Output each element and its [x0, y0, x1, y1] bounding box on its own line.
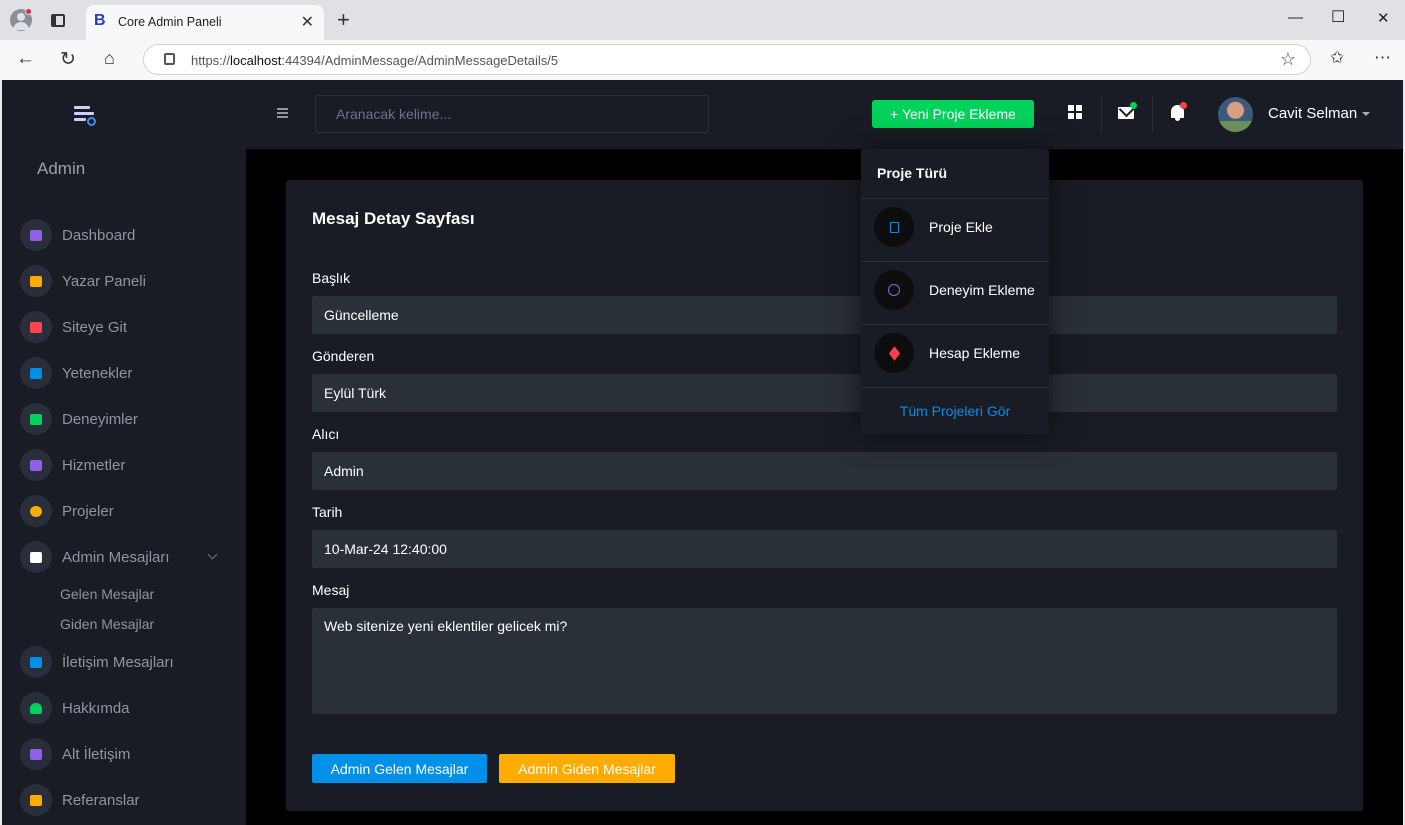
tab-close-icon[interactable]: ✕ — [301, 12, 314, 32]
chevron-down-icon — [207, 549, 218, 560]
sidebar-admin-label: Admin — [37, 159, 86, 178]
admin-app: Admin Dashboard Yazar Paneli Siteye Git … — [2, 80, 1403, 825]
sidebar-item-yazar-paneli[interactable]: Yazar Paneli — [20, 264, 230, 298]
dropdown-divider — [861, 324, 1049, 325]
view-all-projects-link[interactable]: Tüm Projeleri Gör — [861, 403, 1049, 419]
github-icon — [20, 495, 52, 527]
sidebar-item-deneyimler[interactable]: Deneyimler — [20, 402, 230, 436]
favorites-list-icon[interactable]: ✩ — [1330, 48, 1344, 68]
user-name[interactable]: Cavit Selman — [1268, 105, 1357, 122]
dropdown-divider — [861, 261, 1049, 262]
refresh-icon[interactable]: ↻ — [60, 48, 76, 71]
profile-notification-dot — [25, 8, 32, 15]
field-label-tarih: Tarih — [312, 504, 343, 520]
more-menu-icon[interactable]: ⋯ — [1374, 48, 1392, 68]
logo-icon[interactable] — [74, 106, 96, 126]
new-project-button[interactable]: + Yeni Proje Ekleme — [872, 100, 1034, 128]
caret-down-icon[interactable] — [1362, 112, 1370, 116]
dropdown-title: Proje Türü — [877, 165, 948, 181]
phone-icon — [20, 646, 52, 678]
back-arrow-icon[interactable]: ← — [16, 48, 35, 70]
sender-field[interactable]: Eylül Türk — [312, 374, 1337, 412]
home-icon[interactable]: ⌂ — [104, 48, 115, 69]
lock-icon[interactable] — [164, 53, 175, 65]
web-icon — [874, 270, 914, 310]
tab-title: Core Admin Paneli — [118, 15, 222, 29]
sidebar-item-siteye-git[interactable]: Siteye Git — [20, 310, 230, 344]
bootstrap-favicon-icon: B — [94, 12, 106, 29]
outgoing-messages-button[interactable]: Admin Giden Mesajlar — [499, 754, 675, 783]
sidebar-item-hizmetler[interactable]: Hizmetler — [20, 448, 230, 482]
speedometer-icon — [20, 219, 52, 251]
sidebar-item-projeler[interactable]: Projeler — [20, 494, 230, 528]
calendar-icon — [20, 738, 52, 770]
sidebar-item-iletisim-mesajlari[interactable]: İletişim Mesajları — [20, 645, 230, 679]
file-icon — [874, 207, 914, 247]
layers-icon — [874, 333, 914, 373]
date-field[interactable]: 10-Mar-24 12:40:00 — [312, 530, 1337, 568]
navbar-divider — [1101, 95, 1102, 133]
submenu-gelen-mesajlar[interactable]: Gelen Mesajlar — [60, 586, 154, 602]
search-input[interactable] — [315, 95, 709, 133]
sidebar-item-alt-iletisim[interactable]: Alt İletişim — [20, 737, 230, 771]
incoming-messages-button[interactable]: Admin Gelen Mesajlar — [312, 754, 487, 783]
tab-actions-icon[interactable] — [51, 14, 65, 27]
sidebar-item-yetenekler[interactable]: Yetenekler — [20, 356, 230, 390]
browser-tab-strip: B Core Admin Paneli ✕ + — ☐ ✕ — [0, 0, 1405, 40]
message-detail-card: Mesaj Detay Sayfası Başlık Güncelleme Gö… — [286, 180, 1363, 811]
dropdown-item-deneyim-ekleme[interactable]: Deneyim Ekleme — [874, 270, 1044, 310]
field-label-mesaj: Mesaj — [312, 582, 350, 598]
navbar-divider — [1152, 95, 1153, 133]
address-bar[interactable]: https://localhost:44394/AdminMessage/Adm… — [143, 44, 1311, 75]
browser-toolbar: ← ↻ ⌂ https://localhost:44394/AdminMessa… — [0, 40, 1405, 80]
playlist-icon — [20, 403, 52, 435]
url-text[interactable]: https://localhost:44394/AdminMessage/Adm… — [191, 53, 558, 68]
window-close-icon[interactable]: ✕ — [1377, 9, 1390, 27]
sidebar: Admin Dashboard Yazar Paneli Siteye Git … — [2, 80, 246, 825]
sidebar-item-hakkimda[interactable]: Hakkımda — [20, 691, 230, 725]
submenu-giden-mesajlar[interactable]: Giden Mesajlar — [60, 616, 154, 632]
favorite-star-icon[interactable]: ☆ — [1280, 49, 1296, 70]
sidebar-item-dashboard[interactable]: Dashboard — [20, 218, 230, 252]
menu-toggle-icon[interactable] — [277, 108, 288, 120]
account-icon — [20, 692, 52, 724]
project-type-dropdown: Proje Türü Proje Ekle Deneyim Ekleme Hes… — [861, 149, 1049, 434]
dropdown-item-proje-ekle[interactable]: Proje Ekle — [874, 207, 1044, 247]
table-icon — [20, 311, 52, 343]
field-label-gonderen: Gönderen — [312, 348, 375, 364]
new-tab-button[interactable]: + — [337, 7, 350, 33]
laptop-icon — [20, 357, 52, 389]
chat-alert-icon — [20, 265, 52, 297]
message-icon — [20, 541, 52, 573]
notification-status-dot — [1180, 102, 1187, 109]
badge-icon — [20, 784, 52, 816]
sidebar-item-referanslar[interactable]: Referanslar — [20, 783, 230, 817]
contacts-icon — [20, 449, 52, 481]
avatar[interactable] — [1218, 97, 1253, 132]
maximize-icon[interactable]: ☐ — [1331, 7, 1345, 27]
subject-field[interactable]: Güncelleme — [312, 296, 1337, 334]
dropdown-divider — [861, 387, 1049, 388]
message-textarea[interactable]: Web sitenize yeni eklentiler gelicek mi? — [312, 608, 1337, 714]
mail-status-dot — [1130, 102, 1137, 109]
dropdown-item-hesap-ekleme[interactable]: Hesap Ekleme — [874, 333, 1044, 373]
field-label-alici: Alıcı — [312, 426, 340, 442]
field-label-baslik: Başlık — [312, 270, 351, 286]
top-navbar: + Yeni Proje Ekleme Cavit Selman — [246, 80, 1403, 149]
page-title: Mesaj Detay Sayfası — [312, 209, 475, 228]
minimize-icon[interactable]: — — [1288, 9, 1303, 26]
receiver-field[interactable]: Admin — [312, 452, 1337, 490]
apps-grid-icon[interactable] — [1068, 105, 1082, 119]
browser-tab-active[interactable]: B Core Admin Paneli ✕ — [86, 5, 324, 40]
sidebar-item-admin-mesajlari[interactable]: Admin Mesajları — [20, 540, 230, 574]
dropdown-divider — [861, 198, 1049, 199]
